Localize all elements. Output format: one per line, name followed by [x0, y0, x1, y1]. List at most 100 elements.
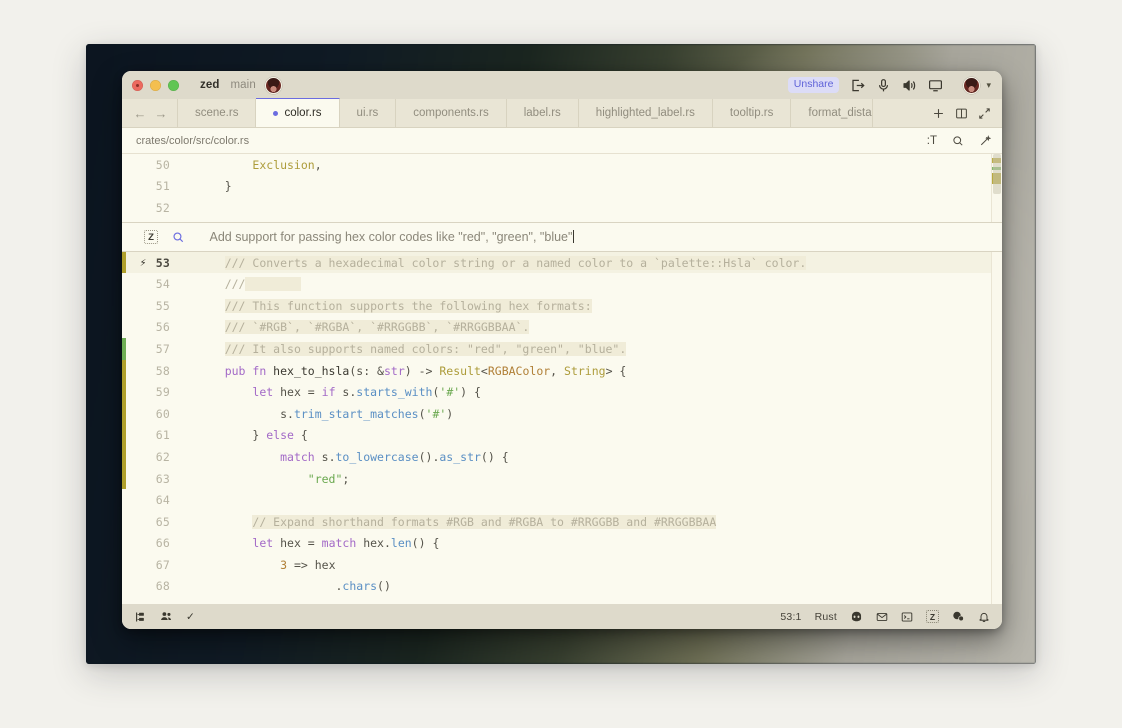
- inline-assist-input[interactable]: Add support for passing hex color codes …: [210, 230, 575, 244]
- code-line[interactable]: 60 s.trim_start_matches('#'): [122, 402, 1002, 425]
- chevron-down-icon[interactable]: ▾: [986, 80, 991, 91]
- diagnostics-ok-icon[interactable]: ✓: [186, 611, 195, 623]
- git-branch-label[interactable]: main: [230, 79, 255, 91]
- titlebar: zed main Unshare ▾: [122, 71, 1002, 99]
- user-avatar[interactable]: [963, 76, 981, 94]
- notifications-icon[interactable]: [978, 611, 990, 623]
- code-token: 3: [280, 557, 288, 572]
- code-line[interactable]: 59 let hex = if s.starts_with('#') {: [122, 381, 1002, 403]
- tab-color-rs[interactable]: color.rs: [256, 98, 340, 127]
- inlay-hints-toggle[interactable]: :T: [927, 135, 937, 147]
- line-number: 56: [155, 320, 170, 335]
- code-token: Result: [439, 363, 481, 378]
- search-icon[interactable]: [952, 135, 964, 147]
- unshare-button[interactable]: Unshare: [787, 77, 840, 93]
- tab-format-distance-rs[interactable]: format_dista: [791, 99, 873, 127]
- magic-wand-icon[interactable]: [979, 134, 991, 147]
- tab-highlighted-label-rs[interactable]: highlighted_label.rs: [579, 99, 713, 127]
- tab-ui-rs[interactable]: ui.rs: [340, 99, 397, 127]
- inline-assist-prompt[interactable]: Z Add support for passing hex color code…: [122, 222, 1002, 252]
- code-line[interactable]: 56 /// `#RGB`, `#RGBA`, `#RRGGBB`, `#RRG…: [122, 317, 1002, 339]
- new-tab-icon[interactable]: [932, 107, 945, 120]
- project-name[interactable]: zed: [200, 79, 219, 91]
- cursor-position[interactable]: 53:1: [780, 611, 801, 623]
- tab-label: components.rs: [413, 107, 489, 119]
- code-line[interactable]: 63 "red";: [122, 467, 1002, 490]
- code-line[interactable]: 50 Exclusion,: [122, 154, 1002, 176]
- leave-call-icon[interactable]: [850, 78, 866, 93]
- code-token: String: [564, 363, 606, 378]
- code-token: /// Converts a hexadecimal color string …: [224, 255, 807, 270]
- tab-tooltip-rs[interactable]: tooltip.rs: [713, 99, 792, 127]
- line-text: .chars(): [177, 579, 391, 594]
- code-editor[interactable]: 50 Exclusion, 51 } 52 Z Add support for pa…: [122, 154, 1002, 604]
- code-token: () {: [480, 449, 509, 464]
- line-text: // Expand shorthand formats #RGB and #RG…: [177, 514, 717, 529]
- code-line[interactable]: 52: [122, 197, 1002, 219]
- code-line[interactable]: 66 let hex = match hex.len() {: [122, 533, 1002, 555]
- code-line[interactable]: 57 /// It also supports named colors: "r…: [122, 338, 1002, 360]
- assistant-panel-icon[interactable]: Z: [926, 610, 939, 623]
- minimize-window-button[interactable]: [150, 79, 161, 91]
- zoom-pane-icon[interactable]: [978, 107, 991, 120]
- navigate-back-button[interactable]: ←: [131, 104, 149, 122]
- code-token: > {: [605, 363, 627, 378]
- copilot-icon[interactable]: [850, 610, 863, 623]
- maximize-window-button[interactable]: [168, 79, 179, 91]
- search-icon[interactable]: [172, 231, 185, 244]
- code-line[interactable]: 51 }: [122, 176, 1002, 198]
- text-caret: [573, 230, 575, 243]
- terminal-icon[interactable]: [901, 611, 913, 623]
- code-token: ) ->: [404, 363, 440, 378]
- inbox-icon[interactable]: [876, 611, 888, 623]
- code-line[interactable]: ⚡ 53 /// Converts a hexadecimal color str…: [122, 251, 1002, 274]
- tab-label-rs[interactable]: label.rs: [507, 99, 579, 127]
- code-token: /// `#RGB`, `#RGBA`, `#RRGGBB`, `#RRGGBB…: [224, 320, 530, 335]
- code-token: ///: [224, 277, 246, 292]
- collaborator-avatar[interactable]: [264, 76, 282, 94]
- code-token: ,: [314, 157, 322, 172]
- breadcrumb-path[interactable]: crates/color/src/color.rs: [136, 135, 249, 147]
- tab-components-rs[interactable]: components.rs: [396, 99, 507, 127]
- code-token: {: [293, 428, 308, 443]
- code-line[interactable]: 64: [122, 489, 1002, 511]
- code-line[interactable]: 54 ///: [122, 273, 1002, 295]
- tab-label: label.rs: [523, 107, 561, 119]
- code-token: pub fn: [224, 363, 274, 378]
- project-panel-icon[interactable]: [135, 611, 147, 623]
- split-pane-icon[interactable]: [955, 107, 968, 120]
- tab-label: format_dista: [808, 107, 872, 119]
- editor-toolbar-actions: :T: [927, 135, 991, 147]
- code-token: (): [377, 579, 391, 594]
- language-selector[interactable]: Rust: [815, 611, 837, 623]
- tab-scene-rs[interactable]: scene.rs: [178, 99, 257, 127]
- code-token: hex.: [356, 536, 391, 551]
- line-number: 54: [155, 277, 170, 292]
- line-number: 60: [155, 406, 170, 421]
- collab-panel-icon[interactable]: [160, 610, 173, 623]
- chat-panel-icon[interactable]: [952, 610, 965, 623]
- code-line[interactable]: 58 pub fn hex_to_hsla(s: &str) -> Result…: [122, 359, 1002, 382]
- scrollbar-thumb[interactable]: [992, 154, 1001, 194]
- code-line[interactable]: 61 } else {: [122, 424, 1002, 447]
- code-line[interactable]: 65 // Expand shorthand formats #RGB and …: [122, 511, 1002, 533]
- code-token: len: [390, 536, 412, 551]
- navigate-forward-button[interactable]: →: [152, 104, 170, 122]
- code-token: hex =: [273, 536, 322, 551]
- line-number: 62: [155, 449, 170, 464]
- screen-share-icon[interactable]: [928, 78, 943, 93]
- line-number: 67: [155, 557, 170, 572]
- code-line[interactable]: 68 .chars(): [122, 576, 1002, 598]
- line-text: /// `#RGB`, `#RGBA`, `#RRGGBB`, `#RRGGBB…: [177, 320, 530, 335]
- close-window-button[interactable]: [132, 79, 143, 91]
- speaker-icon[interactable]: [902, 78, 917, 93]
- code-line[interactable]: 62 match s.to_lowercase().as_str() {: [122, 446, 1002, 468]
- microphone-icon[interactable]: [876, 78, 891, 93]
- tab-label: tooltip.rs: [729, 107, 774, 119]
- code-line[interactable]: 55 /// This function supports the follow…: [122, 295, 1002, 317]
- line-text: ///: [177, 277, 301, 292]
- code-line[interactable]: 67 3 => hex: [122, 554, 1002, 576]
- inline-assist-icon[interactable]: ⚡: [136, 256, 150, 269]
- tab-label: scene.rs: [195, 107, 239, 119]
- code-token: (s: &: [349, 363, 384, 378]
